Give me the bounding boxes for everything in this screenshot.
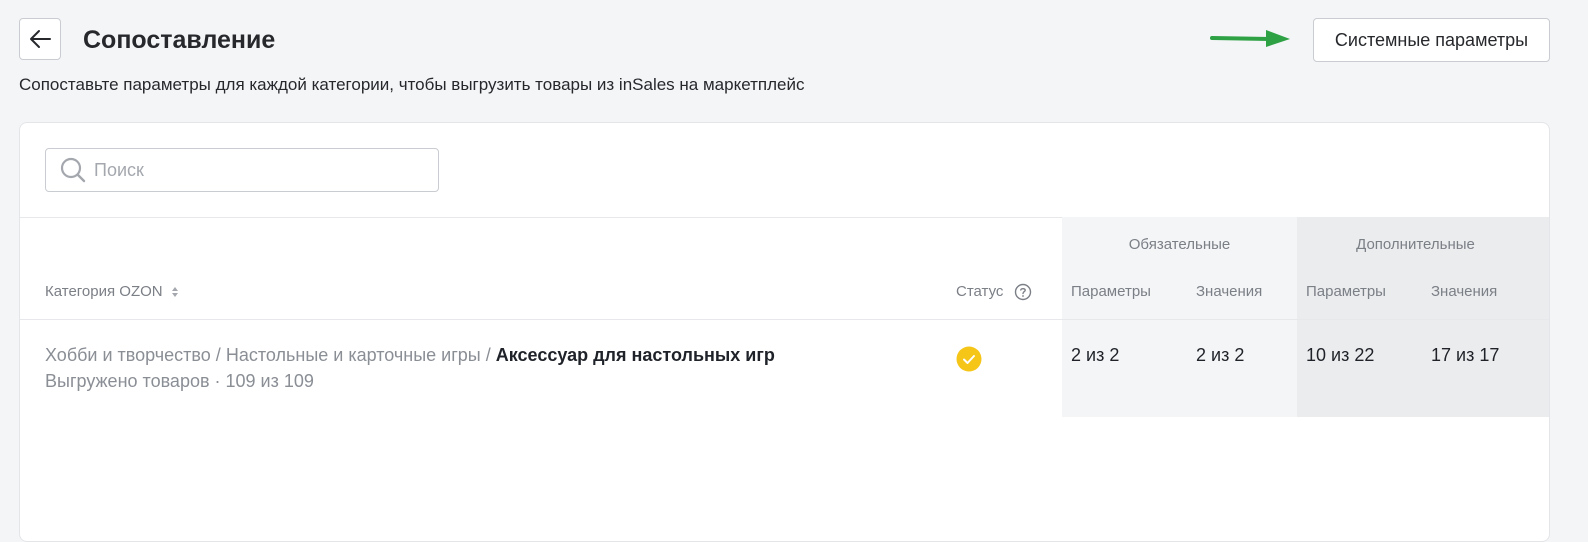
uploaded-count: Выгружено товаров · 109 из 109 bbox=[45, 371, 314, 391]
annotation-arrow-icon bbox=[1210, 30, 1290, 47]
path-separator: / bbox=[215, 345, 221, 365]
column-header-required-values: Значения bbox=[1196, 283, 1263, 300]
system-params-button[interactable]: Системные параметры bbox=[1313, 18, 1550, 62]
arrow-left-icon bbox=[30, 30, 51, 48]
page-subtitle: Сопоставьте параметры для каждой категор… bbox=[19, 75, 805, 94]
column-header-status-label: Статус bbox=[956, 283, 1004, 300]
sort-icon[interactable] bbox=[171, 285, 179, 299]
search-input[interactable] bbox=[92, 158, 416, 182]
required-params-value: 2 из 2 bbox=[1071, 345, 1120, 365]
additional-params-value: 10 из 22 bbox=[1306, 345, 1375, 365]
category-path[interactable]: Хобби и творчество / Настольные и карточ… bbox=[45, 345, 775, 366]
search-field[interactable] bbox=[45, 148, 439, 192]
mapping-card: Обязательные Дополнительные Категория OZ… bbox=[19, 122, 1550, 542]
page-title: Сопоставление bbox=[83, 26, 276, 54]
group-header-additional: Дополнительные bbox=[1356, 236, 1475, 253]
column-header-additional-values: Значения bbox=[1431, 283, 1498, 300]
column-header-category-label: Категория OZON bbox=[45, 283, 163, 300]
category-path-level-2[interactable]: Настольные и карточные игры bbox=[226, 345, 481, 365]
back-button[interactable] bbox=[19, 18, 61, 60]
search-icon bbox=[60, 157, 86, 183]
group-header-required: Обязательные bbox=[1128, 236, 1231, 253]
column-header-additional-params: Параметры bbox=[1306, 283, 1386, 300]
check-circle-icon bbox=[956, 346, 982, 372]
column-header-required-params: Параметры bbox=[1071, 283, 1151, 300]
required-values-value: 2 из 2 bbox=[1196, 345, 1245, 365]
additional-values-value: 17 из 17 bbox=[1431, 345, 1500, 365]
category-leaf[interactable]: Аксессуар для настольных игр bbox=[496, 345, 775, 365]
path-separator: / bbox=[485, 345, 491, 365]
column-header-status: Статус bbox=[956, 283, 1032, 301]
help-icon[interactable] bbox=[1014, 283, 1032, 301]
divider bbox=[20, 319, 1549, 320]
category-path-level-1[interactable]: Хобби и творчество bbox=[45, 345, 211, 365]
column-header-category[interactable]: Категория OZON bbox=[45, 283, 179, 300]
